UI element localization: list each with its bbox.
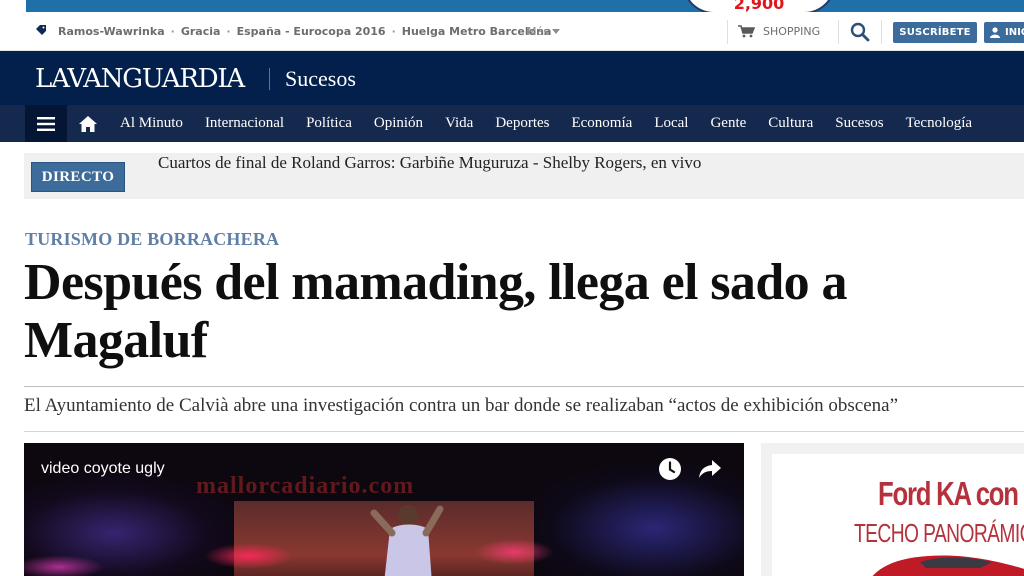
- more-topics-dropdown[interactable]: Más: [527, 12, 560, 50]
- top-banner-ad[interactable]: 2,900: [0, 0, 1024, 12]
- menu-button[interactable]: [25, 105, 67, 142]
- subscribe-label: SUSCRÍBETE: [899, 27, 971, 38]
- topic-separator: ·: [226, 24, 231, 38]
- home-button[interactable]: [67, 105, 109, 142]
- video-player[interactable]: mallorcadiario.com video coyote ugly: [24, 443, 744, 576]
- video-frame-dancer: [370, 505, 444, 576]
- nav-item-opinion[interactable]: Opinión: [363, 105, 434, 142]
- trending-topics: Ramos-Wawrinka · Gracia · España - Euroc…: [58, 12, 551, 50]
- sidebar-ad[interactable]: Ford KA con TECHO PANORÁMICO: [761, 443, 1024, 576]
- divider: [838, 20, 839, 44]
- top-banner-badge-text: 2,900: [733, 0, 785, 12]
- nav-item-vida[interactable]: Vida: [434, 105, 484, 142]
- nav-item-sucesos[interactable]: Sucesos: [824, 105, 894, 142]
- nav-item-cultura[interactable]: Cultura: [757, 105, 824, 142]
- article-summary: El Ayuntamiento de Calvià abre una inves…: [24, 395, 899, 416]
- video-watermark: mallorcadiario.com: [196, 473, 415, 499]
- shopping-link[interactable]: SHOPPING: [738, 12, 820, 50]
- video-title[interactable]: video coyote ugly: [41, 460, 165, 478]
- top-banner-background: [26, 0, 1024, 12]
- article-kicker[interactable]: TURISMO DE BORRACHERA: [25, 229, 279, 250]
- topic-link[interactable]: Gracia: [181, 25, 221, 38]
- video-frame-light: [204, 543, 294, 569]
- nav-item-internacional[interactable]: Internacional: [194, 105, 295, 142]
- video-frame-light: [24, 555, 104, 576]
- video-frame-light: [474, 539, 554, 565]
- ad-car-image: [872, 555, 1024, 576]
- topic-separator: ·: [170, 24, 175, 38]
- nav-item-economia[interactable]: Economía: [560, 105, 643, 142]
- chevron-down-icon: [551, 28, 560, 34]
- ad-subheadline: TECHO PANORÁMICO: [854, 518, 1024, 548]
- live-badge: DIRECTO: [31, 162, 125, 192]
- divider: [24, 431, 1024, 432]
- subscribe-button[interactable]: SUSCRÍBETE: [893, 22, 977, 43]
- topic-separator: ·: [391, 24, 396, 38]
- nav-item-local[interactable]: Local: [643, 105, 699, 142]
- divider: [24, 386, 1024, 387]
- site-logo[interactable]: LAVANGUARDIA: [35, 64, 245, 94]
- login-button[interactable]: INICIAR: [984, 22, 1024, 43]
- live-ticker[interactable]: DIRECTO Cuartos de final de Roland Garro…: [24, 153, 1024, 199]
- topic-link[interactable]: Ramos-Wawrinka: [58, 25, 165, 38]
- shopping-label: SHOPPING: [763, 24, 821, 38]
- nav-item-tecnologia[interactable]: Tecnología: [895, 105, 983, 142]
- nav-items: Al Minuto Internacional Política Opinión…: [109, 105, 983, 142]
- user-icon: [990, 27, 1000, 38]
- top-banner-badge: 2,900: [682, 0, 836, 12]
- share-icon[interactable]: [698, 458, 722, 480]
- nav-item-politica[interactable]: Política: [295, 105, 363, 142]
- divider: [727, 20, 728, 44]
- tag-icon: [36, 25, 46, 35]
- nav-item-gente[interactable]: Gente: [699, 105, 757, 142]
- brand-header: LAVANGUARDIA Sucesos: [0, 51, 1024, 105]
- main-nav: Al Minuto Internacional Política Opinión…: [0, 105, 1024, 142]
- section-title[interactable]: Sucesos: [285, 64, 356, 94]
- topic-link[interactable]: España - Eurocopa 2016: [237, 25, 386, 38]
- login-label: INICIAR: [1005, 27, 1024, 38]
- cart-icon: [738, 24, 755, 37]
- search-icon[interactable]: [850, 22, 870, 42]
- divider: [881, 20, 882, 44]
- nav-item-deportes[interactable]: Deportes: [484, 105, 560, 142]
- hamburger-icon: [37, 116, 55, 131]
- utility-bar: Ramos-Wawrinka · Gracia · España - Euroc…: [0, 12, 1024, 51]
- watch-later-icon[interactable]: [658, 457, 682, 481]
- home-icon: [79, 115, 97, 132]
- ad-headline: Ford KA con: [878, 475, 1019, 512]
- more-topics-label: Más: [527, 24, 549, 38]
- article-headline: Después del mamading, llega el sado a Ma…: [24, 254, 847, 369]
- live-headline[interactable]: Cuartos de final de Roland Garros: Garbi…: [158, 153, 701, 173]
- nav-item-al-minuto[interactable]: Al Minuto: [109, 105, 194, 142]
- logo-divider: [269, 68, 270, 90]
- ad-creative: Ford KA con TECHO PANORÁMICO: [772, 454, 1024, 576]
